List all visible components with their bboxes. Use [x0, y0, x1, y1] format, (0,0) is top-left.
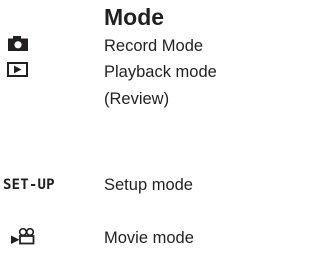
- movie-camera-icon: [11, 228, 35, 245]
- playback-mode-label: Playback mode: [104, 63, 217, 81]
- page-title: Mode: [104, 4, 165, 30]
- playback-mode-sublabel: (Review): [104, 90, 170, 108]
- movie-mode-label: Movie mode: [104, 229, 194, 247]
- setup-mode-indicator: SET-UP: [3, 177, 55, 193]
- camera-icon: [8, 36, 28, 51]
- playback-icon: [7, 62, 28, 77]
- record-mode-label: Record Mode: [104, 37, 204, 55]
- setup-mode-label: Setup mode: [104, 176, 193, 194]
